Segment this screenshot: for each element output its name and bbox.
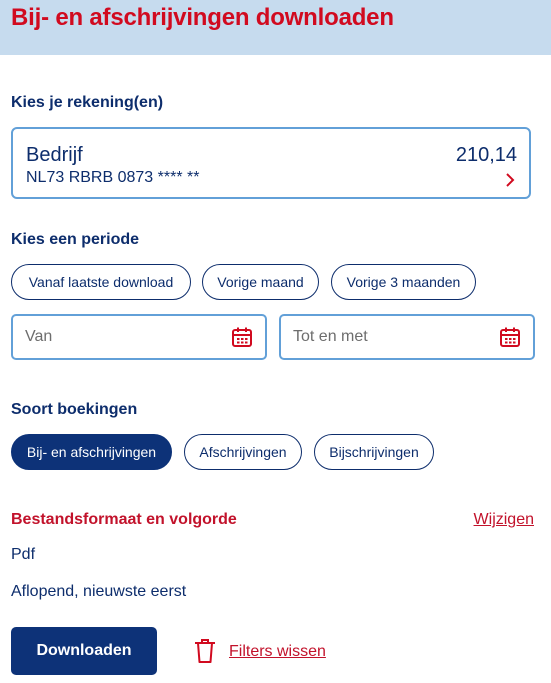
file-format-section-title: Bestandsformaat en volgorde <box>11 511 237 528</box>
download-button[interactable]: Downloaden <box>11 627 157 675</box>
booking-type-debits[interactable]: Afschrijvingen <box>184 434 302 470</box>
sort-order-value: Aflopend, nieuwste eerst <box>11 583 187 600</box>
date-from-input[interactable] <box>25 316 205 358</box>
page-title: Bij- en afschrijvingen downloaden <box>11 4 394 31</box>
period-section-title: Kies een periode <box>11 231 140 248</box>
account-balance: 210,14 <box>455 144 517 166</box>
calendar-icon[interactable] <box>231 326 253 348</box>
booking-type-credits[interactable]: Bijschrijvingen <box>314 434 434 470</box>
chevron-right-icon <box>506 173 515 187</box>
account-iban: NL73 RBRB 0873 **** ** <box>26 169 200 186</box>
preset-since-last-download[interactable]: Vanaf laatste download <box>11 264 191 300</box>
booking-type-section-title: Soort boekingen <box>11 401 138 418</box>
trash-icon[interactable] <box>193 638 217 664</box>
change-format-link[interactable]: Wijzigen <box>474 511 534 529</box>
date-to-input[interactable] <box>293 316 473 358</box>
account-name: Bedrijf <box>26 144 83 166</box>
date-to-field[interactable] <box>279 314 535 360</box>
preset-previous-3-months[interactable]: Vorige 3 maanden <box>331 264 476 300</box>
clear-filters-link[interactable]: Filters wissen <box>229 643 326 661</box>
calendar-icon[interactable] <box>499 326 521 348</box>
accounts-section-title: Kies je rekening(en) <box>11 94 164 111</box>
file-format-value: Pdf <box>11 546 36 563</box>
date-from-field[interactable] <box>11 314 267 360</box>
page-header: Bij- en afschrijvingen downloaden <box>0 0 551 55</box>
account-selector-card[interactable]: Bedrijf NL73 RBRB 0873 **** ** 210,14 <box>11 127 531 199</box>
preset-previous-month[interactable]: Vorige maand <box>202 264 319 300</box>
booking-type-all[interactable]: Bij- en afschrijvingen <box>11 434 172 470</box>
